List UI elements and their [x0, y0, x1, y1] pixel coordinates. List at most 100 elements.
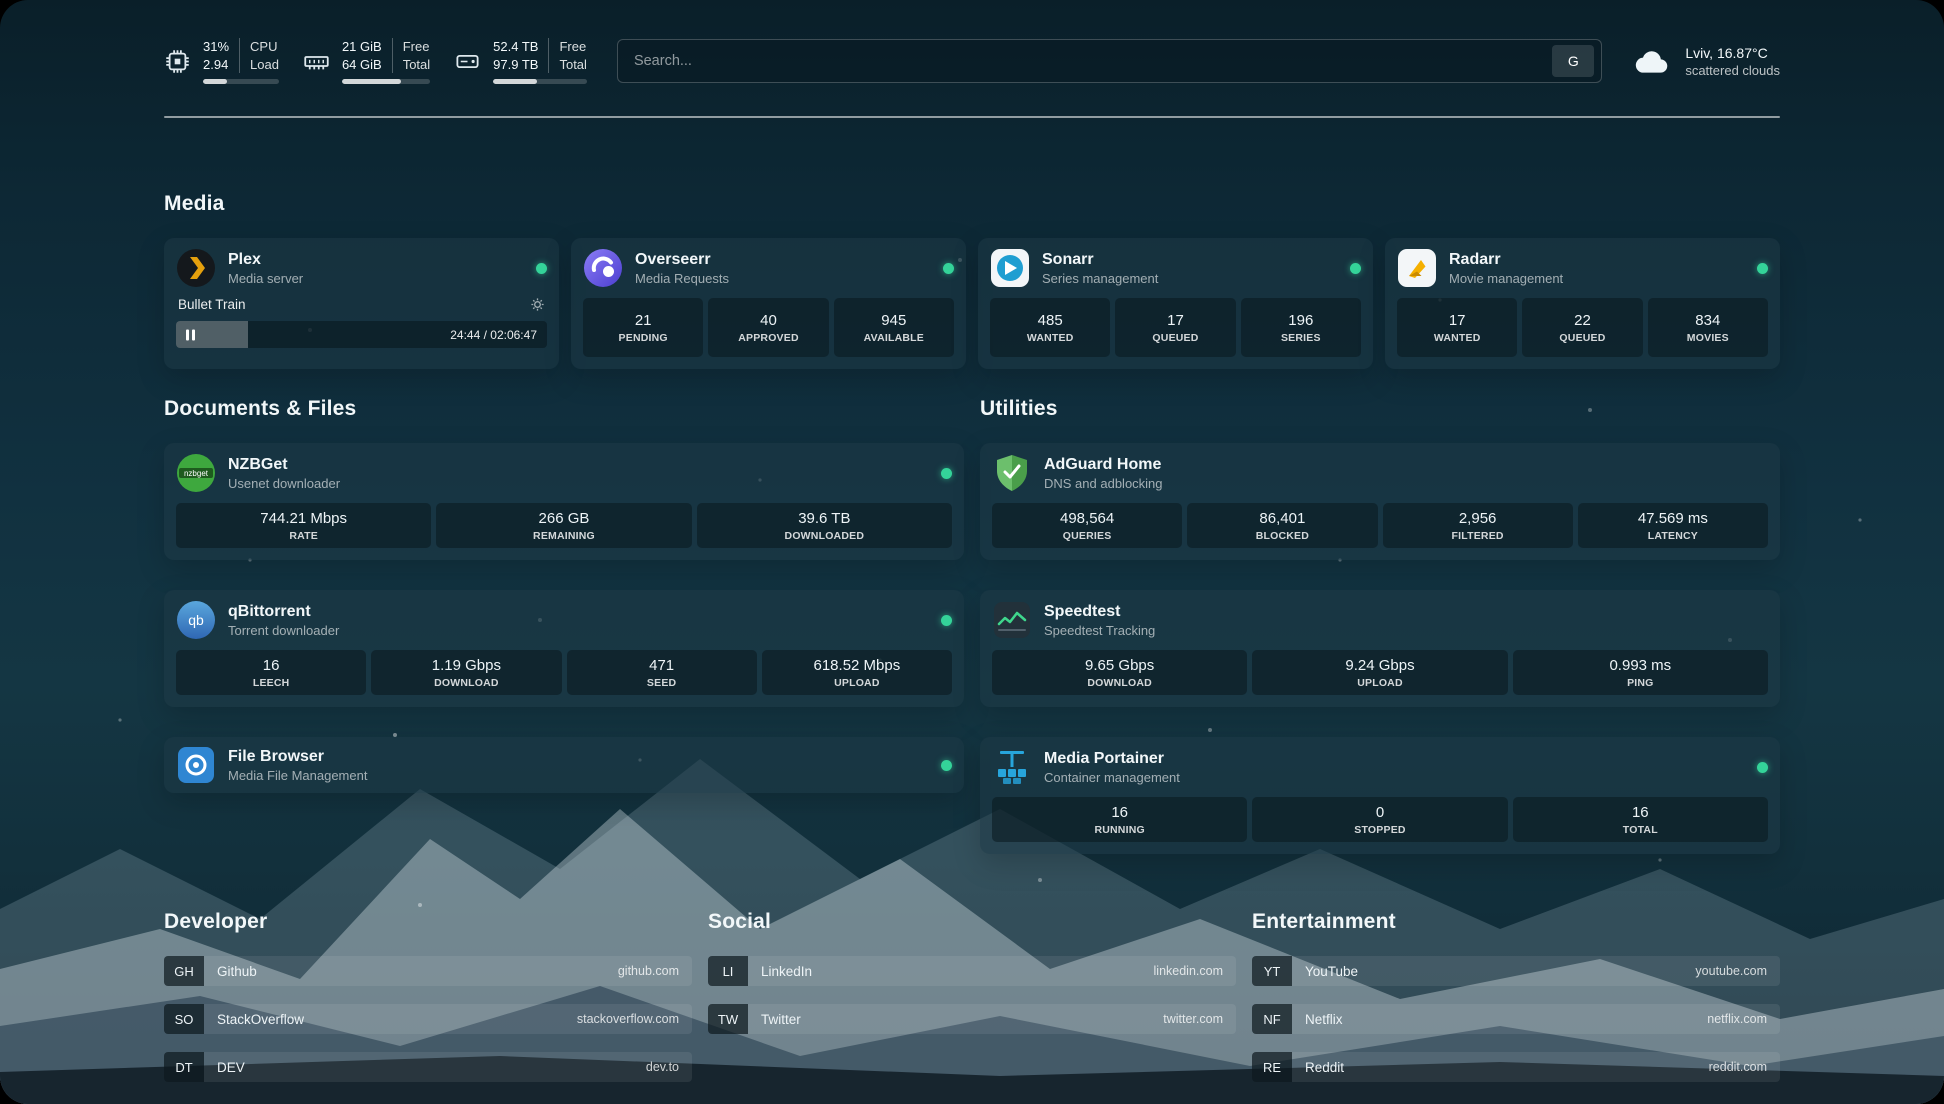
stat-wanted: 485 WANTED	[990, 298, 1110, 357]
overseerr-card[interactable]: Overseerr Media Requests 21 PENDING 40 A…	[571, 238, 966, 369]
disk-usage-bar	[493, 79, 587, 84]
bookmark-label: DEV	[217, 1060, 245, 1075]
app-description: Container management	[1044, 770, 1180, 785]
dashboard-screen: 31% 2.94 CPU Load	[0, 0, 1944, 1104]
bookmark-stackoverflow[interactable]: SO StackOverflow stackoverflow.com	[164, 1004, 692, 1034]
bookmark-twitter[interactable]: TW Twitter twitter.com	[708, 1004, 1236, 1034]
qbittorrent-card[interactable]: qb qBittorrent Torrent downloader 16	[164, 590, 964, 707]
radarr-icon	[1397, 248, 1437, 288]
app-name: File Browser	[228, 748, 367, 766]
app-description: Media File Management	[228, 768, 367, 783]
stat-blocked: 86,401 BLOCKED	[1187, 503, 1377, 548]
bookmark-url: stackoverflow.com	[577, 1012, 679, 1026]
weather-condition: scattered clouds	[1685, 63, 1780, 78]
sonarr-icon	[990, 248, 1030, 288]
playback-progress-bar[interactable]: 24:44 / 02:06:47	[176, 321, 547, 348]
overseerr-icon	[583, 248, 623, 288]
disk-free: 52.4 TB	[493, 38, 538, 56]
bookmark-label: Netflix	[1305, 1012, 1343, 1027]
status-dot	[941, 760, 952, 771]
radarr-card[interactable]: Radarr Movie management 17 WANTED 22 QUE…	[1385, 238, 1780, 369]
portainer-card[interactable]: Media Portainer Container management 16 …	[980, 737, 1780, 854]
cpu-usage-bar-fill	[203, 79, 227, 84]
disk-caption-bottom: Total	[559, 56, 586, 74]
bookmark-label: Github	[217, 964, 257, 979]
app-description: Movie management	[1449, 271, 1563, 286]
disk-widget: 52.4 TB 97.9 TB Free Total	[454, 38, 587, 84]
search-bar: G	[617, 39, 1602, 83]
memory-usage-bar	[342, 79, 430, 84]
bookmark-dev[interactable]: DT DEV dev.to	[164, 1052, 692, 1082]
disk-icon	[454, 48, 481, 75]
memory-usage-bar-fill	[342, 79, 401, 84]
weather-location: Lviv, 16.87°C	[1685, 45, 1780, 61]
app-name: Plex	[228, 251, 303, 269]
memory-free: 21 GiB	[342, 38, 382, 56]
stat-queries: 498,564 QUERIES	[992, 503, 1182, 548]
settings-gear-icon[interactable]	[530, 297, 545, 312]
bookmark-abbr: YT	[1252, 956, 1292, 986]
status-dot	[1757, 762, 1768, 773]
section-title-social: Social	[708, 910, 1236, 934]
section-title-documents: Documents & Files	[164, 397, 964, 421]
bookmark-linkedin[interactable]: LI LinkedIn linkedin.com	[708, 956, 1236, 986]
app-name: Radarr	[1449, 251, 1563, 269]
bookmark-youtube[interactable]: YT YouTube youtube.com	[1252, 956, 1780, 986]
now-playing-title: Bullet Train	[178, 297, 246, 312]
stat-download: 9.65 Gbps DOWNLOAD	[992, 650, 1247, 695]
adguard-card[interactable]: AdGuard Home DNS and adblocking 498,564 …	[980, 443, 1780, 560]
stat-seed: 471 SEED	[567, 650, 757, 695]
playback-time: 24:44 / 02:06:47	[450, 328, 537, 342]
bookmark-reddit[interactable]: RE Reddit reddit.com	[1252, 1052, 1780, 1082]
speedtest-icon	[992, 600, 1032, 640]
app-description: Speedtest Tracking	[1044, 623, 1155, 638]
search-input[interactable]	[634, 53, 1552, 69]
pause-button[interactable]	[186, 329, 195, 340]
cpu-percent: 31%	[203, 38, 229, 56]
app-description: Media server	[228, 271, 303, 286]
stat-rate: 744.21 Mbps RATE	[176, 503, 431, 548]
svg-text:nzbget: nzbget	[184, 469, 209, 478]
status-dot	[536, 263, 547, 274]
stat-filtered: 2,956 FILTERED	[1383, 503, 1573, 548]
stat-approved: 40 APPROVED	[708, 298, 828, 357]
sonarr-card[interactable]: Sonarr Series management 485 WANTED 17 Q…	[978, 238, 1373, 369]
bookmark-netflix[interactable]: NF Netflix netflix.com	[1252, 1004, 1780, 1034]
bookmark-abbr: SO	[164, 1004, 204, 1034]
section-title-developer: Developer	[164, 910, 692, 934]
bookmark-label: Reddit	[1305, 1060, 1344, 1075]
search-provider-button[interactable]: G	[1552, 45, 1594, 77]
header: 31% 2.94 CPU Load	[164, 0, 1780, 84]
status-dot	[1757, 263, 1768, 274]
cpu-usage-bar	[203, 79, 279, 84]
header-divider	[164, 116, 1780, 118]
status-dot	[941, 468, 952, 479]
nzbget-card[interactable]: nzbget NZBGet Usenet downloader 744.21 M…	[164, 443, 964, 560]
stat-queued: 22 QUEUED	[1522, 298, 1642, 357]
stat-series: 196 SERIES	[1241, 298, 1361, 357]
bookmark-url: reddit.com	[1709, 1060, 1767, 1074]
app-description: Usenet downloader	[228, 476, 340, 491]
cpu-load-average: 2.94	[203, 56, 229, 74]
stat-latency: 47.569 ms LATENCY	[1578, 503, 1768, 548]
memory-total: 64 GiB	[342, 56, 382, 74]
status-dot	[943, 263, 954, 274]
plex-card[interactable]: Plex Media server Bullet Train	[164, 238, 559, 369]
section-title-entertainment: Entertainment	[1252, 910, 1780, 934]
section-documents: Documents & Files nzbget NZBGet	[164, 397, 964, 854]
section-entertainment: Entertainment YT YouTube youtube.com NF …	[1252, 910, 1780, 1082]
stat-downloaded: 39.6 TB DOWNLOADED	[697, 503, 952, 548]
bookmark-github[interactable]: GH Github github.com	[164, 956, 692, 986]
stat-download: 1.19 Gbps DOWNLOAD	[371, 650, 561, 695]
filebrowser-icon	[176, 745, 216, 785]
bookmark-url: linkedin.com	[1154, 964, 1223, 978]
filebrowser-card[interactable]: File Browser Media File Management	[164, 737, 964, 793]
app-name: NZBGet	[228, 456, 340, 474]
stat-movies: 834 MOVIES	[1648, 298, 1768, 357]
app-name: AdGuard Home	[1044, 456, 1163, 474]
stat-ping: 0.993 ms PING	[1513, 650, 1768, 695]
stat-queued: 17 QUEUED	[1115, 298, 1235, 357]
speedtest-card[interactable]: Speedtest Speedtest Tracking 9.65 Gbps D…	[980, 590, 1780, 707]
cpu-widget: 31% 2.94 CPU Load	[164, 38, 279, 84]
app-name: Media Portainer	[1044, 750, 1180, 768]
